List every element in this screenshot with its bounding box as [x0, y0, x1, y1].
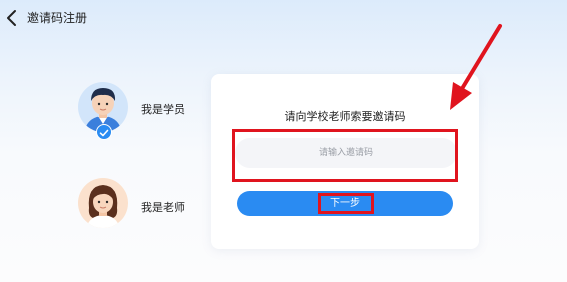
chevron-left-icon [7, 10, 16, 26]
role-label-teacher: 我是老师 [141, 201, 185, 214]
next-step-button[interactable]: 下一步 [237, 191, 453, 216]
girl-avatar-icon [78, 178, 128, 228]
role-option-teacher[interactable]: 我是老师 [78, 178, 198, 234]
back-button[interactable] [3, 8, 23, 28]
invite-code-field [235, 138, 457, 168]
page-title: 邀请码注册 [27, 11, 88, 25]
role-option-student[interactable]: 我是学员 [78, 82, 198, 140]
invite-code-input[interactable] [235, 138, 457, 168]
invite-prompt: 请向学校老师索要邀请码 [284, 110, 406, 123]
selected-check-icon [96, 124, 112, 140]
role-label-student: 我是学员 [141, 103, 185, 116]
invite-code-card: 请向学校老师索要邀请码 下一步 [211, 74, 479, 249]
header-bar: 邀请码注册 [0, 0, 567, 36]
